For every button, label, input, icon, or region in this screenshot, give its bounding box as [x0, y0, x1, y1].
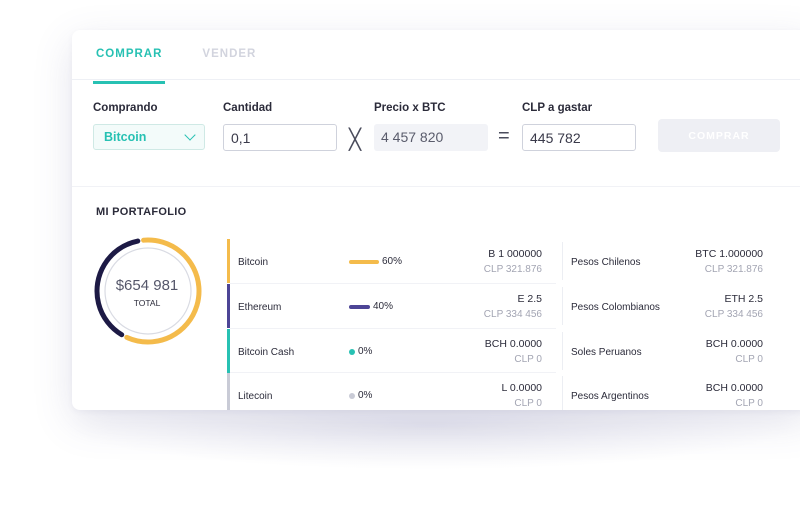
equals-icon: = — [498, 125, 510, 147]
cantidad-input[interactable] — [223, 124, 337, 151]
column-divider — [562, 287, 563, 325]
holding-percent: 0% — [358, 346, 373, 357]
fiat-amount: ETH 2.5 — [724, 293, 763, 305]
holding-percent-dot — [349, 349, 355, 355]
fiat-clp: CLP 321.876 — [704, 264, 763, 275]
fiat-amount: BTC 1.000000 — [695, 248, 763, 260]
fiat-row-peruanos[interactable]: Soles Peruanos BCH 0.0000 CLP 0 — [562, 329, 776, 373]
holding-name: Bitcoin Cash — [238, 347, 295, 358]
fiat-name: Soles Peruanos — [571, 347, 642, 358]
tab-comprar[interactable]: COMPRAR — [92, 48, 166, 84]
holding-color-bar — [227, 239, 230, 283]
fiat-row-colombianos[interactable]: Pesos Colombianos ETH 2.5 CLP 334 456 — [562, 284, 776, 328]
holding-percent: 40% — [373, 301, 394, 312]
holding-color-bar — [227, 373, 230, 410]
holding-amount: B 1 000000 — [488, 248, 542, 260]
holding-percent-dot — [349, 393, 355, 399]
fiat-name: Pesos Chilenos — [571, 257, 641, 268]
fiat-clp: CLP 0 — [735, 398, 763, 409]
holding-amount: L 0.0000 — [501, 382, 542, 394]
gastar-label: CLP a gastar — [522, 102, 593, 114]
currency-select[interactable]: Bitcoin — [93, 124, 205, 150]
comprar-button[interactable]: COMPRAR — [658, 119, 780, 152]
tab-vender[interactable]: VENDER — [202, 48, 256, 72]
fiat-name: Pesos Argentinos — [571, 391, 649, 402]
fiat-clp: CLP 334 456 — [704, 309, 763, 320]
holding-clp: CLP 0 — [514, 398, 542, 409]
fiat-name: Pesos Colombianos — [571, 302, 660, 313]
holding-name: Litecoin — [238, 391, 273, 402]
column-divider — [562, 332, 563, 370]
holding-clp: CLP 334 456 — [483, 309, 542, 320]
tab-bar: COMPRAR VENDER — [92, 48, 256, 84]
fiat-clp: CLP 0 — [735, 354, 763, 365]
currency-select-value: Bitcoin — [104, 130, 147, 144]
comprando-label: Comprando — [93, 102, 158, 114]
column-divider — [562, 376, 563, 410]
portfolio-total-label: TOTAL — [133, 298, 161, 308]
holding-color-bar — [227, 284, 230, 328]
holding-percent: 0% — [358, 390, 373, 401]
portfolio-title: MI PORTAFOLIO — [96, 206, 187, 218]
fiat-amount: BCH 0.0000 — [705, 382, 763, 394]
holding-row-bitcoin-cash[interactable]: Bitcoin Cash 0% BCH 0.0000 CLP 0 — [227, 329, 557, 373]
holding-amount: BCH 0.0000 — [484, 338, 542, 350]
gastar-input[interactable] — [522, 124, 636, 151]
holding-percent-bar — [349, 305, 370, 309]
precio-label: Precio x BTC — [374, 102, 446, 114]
holding-row-litecoin[interactable]: Litecoin 0% L 0.0000 CLP 0 — [227, 373, 557, 410]
holding-name: Ethereum — [238, 302, 282, 313]
holding-percent-bar — [349, 260, 379, 264]
column-divider — [562, 242, 563, 280]
portfolio-total: $654 981 — [115, 277, 179, 294]
chevron-down-icon — [184, 129, 196, 141]
holding-color-bar — [227, 329, 230, 373]
holding-clp: CLP 0 — [514, 354, 542, 365]
holding-percent: 60% — [382, 256, 403, 267]
cantidad-label: Cantidad — [223, 102, 273, 114]
tab-divider — [72, 79, 800, 80]
holding-row-bitcoin[interactable]: Bitcoin 60% B 1 000000 CLP 321.876 — [227, 239, 557, 283]
holding-amount: E 2.5 — [517, 293, 542, 305]
trade-card: COMPRAR VENDER Comprando Bitcoin Cantida… — [72, 30, 800, 410]
multiply-icon: ╳ — [349, 129, 362, 151]
holding-name: Bitcoin — [238, 257, 269, 268]
precio-value: 4 457 820 — [374, 124, 488, 151]
fiat-row-argentinos[interactable]: Pesos Argentinos BCH 0.0000 CLP 0 — [562, 373, 776, 410]
holding-row-ethereum[interactable]: Ethereum 40% E 2.5 CLP 334 456 — [227, 284, 557, 328]
holding-clp: CLP 321.876 — [483, 264, 542, 275]
fiat-row-chilenos[interactable]: Pesos Chilenos BTC 1.000000 CLP 321.876 — [562, 239, 776, 283]
fiat-amount: BCH 0.0000 — [705, 338, 763, 350]
section-divider — [72, 186, 800, 187]
